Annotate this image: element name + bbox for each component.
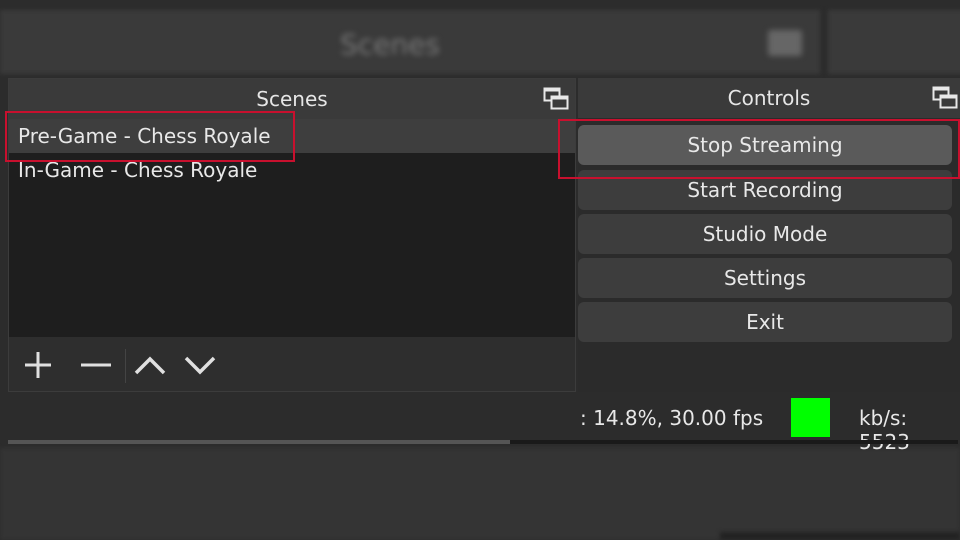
studio-mode-button[interactable]: Studio Mode (578, 214, 952, 254)
undock-icon[interactable] (543, 87, 569, 111)
scrollbar-thumb[interactable] (8, 440, 510, 444)
settings-button[interactable]: Settings (578, 258, 952, 298)
scenes-panel: Scenes Pre-Game - Chess Royale In-Game -… (8, 78, 576, 392)
scene-list[interactable]: Pre-Game - Chess Royale In-Game - Chess … (9, 119, 575, 337)
plus-icon[interactable] (20, 349, 56, 381)
scene-item-in-game[interactable]: In-Game - Chess Royale (9, 153, 575, 187)
background-footer (0, 448, 960, 540)
horizontal-scrollbar[interactable] (8, 440, 958, 444)
scenes-title-bar[interactable]: Scenes (9, 79, 575, 119)
scenes-panel-title: Scenes (256, 87, 328, 111)
scene-item-pre-game[interactable]: Pre-Game - Chess Royale (9, 119, 575, 153)
obs-window: Scenes Scenes Pre-Game - Chess Royale In… (0, 0, 960, 540)
background-float-icon (768, 30, 802, 56)
background-title: Scenes (340, 28, 440, 61)
stream-status-indicator (791, 398, 830, 437)
cpu-fps-status: : 14.8%, 30.00 fps (580, 406, 764, 430)
minus-icon[interactable] (78, 349, 114, 381)
undock-icon[interactable] (932, 86, 958, 110)
start-recording-button[interactable]: Start Recording (578, 170, 952, 210)
chevron-down-icon[interactable] (182, 349, 218, 381)
stop-streaming-button[interactable]: Stop Streaming (578, 125, 952, 165)
background-footer-bar (720, 532, 960, 540)
scene-toolbar (9, 337, 575, 391)
toolbar-divider (125, 349, 126, 383)
controls-title-bar[interactable]: Controls (578, 78, 960, 118)
background-header-right (828, 10, 960, 74)
bitrate-status: kb/s: 5523 (859, 406, 910, 454)
controls-panel: Controls Stop Streaming Start Recording … (578, 78, 960, 392)
controls-panel-title: Controls (727, 86, 811, 110)
chevron-up-icon[interactable] (132, 349, 168, 381)
exit-button[interactable]: Exit (578, 302, 952, 342)
